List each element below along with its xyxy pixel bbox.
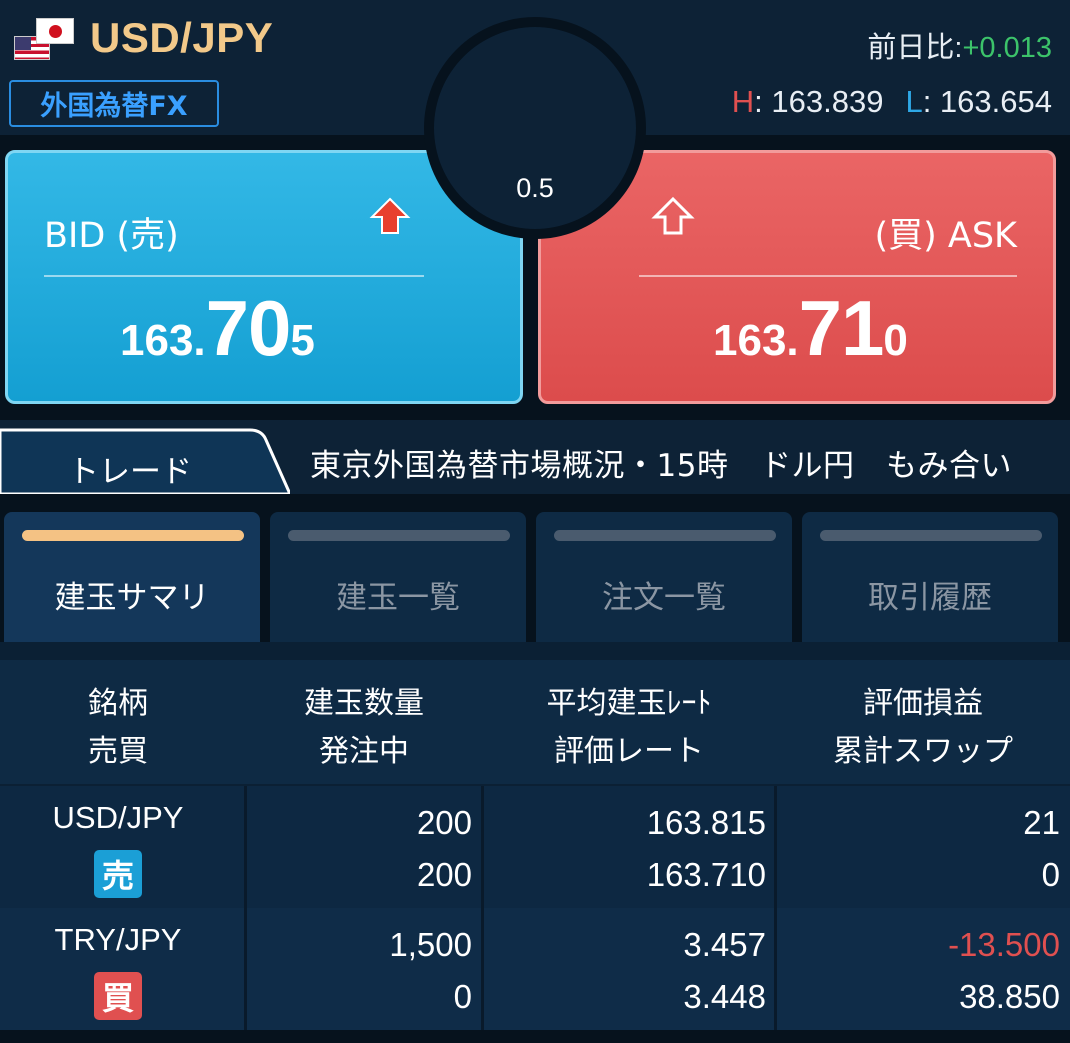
- trade-tab[interactable]: トレード: [0, 446, 260, 491]
- profit-loss: 21: [1023, 804, 1060, 841]
- ask-label: (買) ASK: [874, 216, 1017, 256]
- bid-rate-fraction: 5: [290, 316, 315, 365]
- tab-label: 建玉サマリ: [54, 580, 210, 616]
- high-value: : 163.839: [754, 84, 884, 119]
- ask-rate-prefix: 163.: [713, 316, 799, 365]
- jp-flag-icon: [36, 18, 74, 44]
- bid-rate: 163.705: [120, 283, 315, 374]
- spread-value: 0.5: [516, 173, 554, 203]
- column-header-quantity: 建玉数量 発注中: [246, 680, 482, 776]
- column-divider: [774, 786, 777, 1030]
- average-rate: 163.815: [646, 804, 766, 841]
- tab-label: 取引履歴: [868, 580, 992, 616]
- tab-order-list[interactable]: 注文一覧: [536, 512, 792, 642]
- table-row[interactable]: USD/JPY 売 200 200 163.815 163.710 21 0: [0, 786, 1070, 908]
- tab-indicator: [22, 530, 244, 541]
- daily-change: 前日比:+0.013: [867, 24, 1052, 66]
- daily-change-label: 前日比:: [867, 32, 963, 64]
- column-divider: [244, 786, 247, 1030]
- profit-loss: -13.500: [948, 926, 1060, 963]
- column-divider: [481, 786, 484, 1030]
- bottom-strip: [0, 1030, 1070, 1043]
- sell-badge: 売: [94, 850, 142, 898]
- column-header-line: 売買: [88, 734, 148, 769]
- news-headline[interactable]: 東京外国為替市場概況・15時 ドル円 もみ合い: [310, 440, 1012, 485]
- up-arrow-icon: [369, 197, 411, 234]
- column-header-symbol: 銘柄 売買: [0, 680, 236, 776]
- low-value: : 163.654: [922, 84, 1052, 119]
- ask-rate-pips: 71: [798, 284, 885, 372]
- low-label: L: [905, 84, 923, 119]
- currency-flags-icon: [14, 18, 74, 64]
- tab-trade-history[interactable]: 取引履歴: [802, 512, 1058, 642]
- position-summary-table: 銘柄 売買 建玉数量 発注中 平均建玉ﾚｰﾄ 評価レート 評価損益 累計スワップ…: [0, 642, 1070, 1043]
- column-header-line: 評価レート: [554, 734, 704, 769]
- daily-change-value: +0.013: [962, 32, 1052, 64]
- column-header-line: 建玉数量: [304, 686, 424, 721]
- pair-name: TRY/JPY: [54, 922, 182, 957]
- currency-pair-title[interactable]: USD/JPY: [90, 14, 273, 62]
- tab-position-list[interactable]: 建玉一覧: [270, 512, 526, 642]
- up-arrow-outline-icon: [651, 196, 695, 235]
- column-header-rate: 平均建玉ﾚｰﾄ 評価レート: [484, 680, 774, 776]
- column-header-pl: 評価損益 累計スワップ: [776, 680, 1070, 776]
- bid-label: BID (売): [44, 216, 179, 256]
- high-label: H: [731, 84, 755, 119]
- column-header-line: 発注中: [319, 734, 409, 769]
- evaluation-rate: 163.710: [646, 856, 766, 893]
- table-header: 銘柄 売買 建玉数量 発注中 平均建玉ﾚｰﾄ 評価レート 評価損益 累計スワップ: [0, 660, 1070, 784]
- position-quantity: 1,500: [389, 926, 472, 963]
- position-quantity: 200: [416, 804, 472, 841]
- ask-rate: 163.710: [713, 283, 908, 374]
- column-header-line: 累計スワップ: [833, 734, 1013, 769]
- news-bar: トレード 東京外国為替市場概況・15時 ドル円 もみ合い: [0, 420, 1070, 494]
- cumulative-swap: 38.850: [959, 978, 1060, 1015]
- evaluation-rate: 3.448: [683, 978, 766, 1015]
- quote-panel: BID (売) 163.705 (買) ASK 163.710 0.5: [0, 17, 1070, 420]
- cumulative-swap: 0: [1041, 856, 1060, 893]
- column-header-line: 評価損益: [863, 686, 983, 721]
- buy-badge: 買: [94, 972, 142, 1020]
- table-row[interactable]: TRY/JPY 買 1,500 0 3.457 3.448 -13.500 38…: [0, 908, 1070, 1030]
- position-tabs: 建玉サマリ 建玉一覧 注文一覧 取引履歴: [0, 494, 1070, 642]
- high-low: H: 163.839 L: 163.654: [732, 84, 1052, 120]
- bid-divider: [44, 275, 424, 277]
- tab-indicator: [820, 530, 1042, 541]
- ask-divider: [639, 275, 1017, 277]
- tab-indicator: [554, 530, 776, 541]
- bid-rate-pips: 70: [205, 284, 292, 372]
- tab-indicator: [288, 530, 510, 541]
- pair-name: USD/JPY: [52, 800, 184, 835]
- column-header-line: 銘柄: [88, 686, 148, 721]
- column-header-line: 平均建玉ﾚｰﾄ: [546, 686, 712, 721]
- tab-position-summary[interactable]: 建玉サマリ: [4, 512, 260, 642]
- bid-rate-prefix: 163.: [120, 316, 206, 365]
- pending-quantity: 200: [416, 856, 472, 893]
- tab-label: 注文一覧: [602, 580, 726, 616]
- product-badge: 外国為替FX: [9, 80, 219, 127]
- ask-rate-fraction: 0: [883, 316, 908, 365]
- pending-quantity: 0: [453, 978, 472, 1015]
- average-rate: 3.457: [683, 926, 766, 963]
- tab-label: 建玉一覧: [336, 580, 460, 616]
